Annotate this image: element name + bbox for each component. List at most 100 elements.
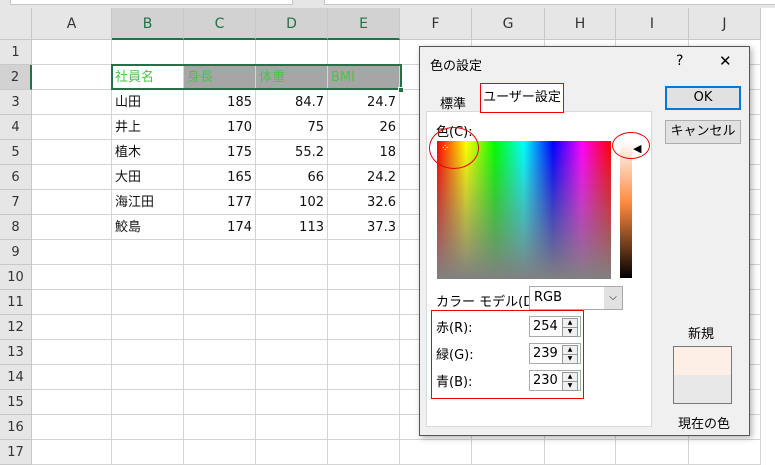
cell[interactable] (32, 415, 112, 440)
cell[interactable] (256, 440, 328, 465)
cell[interactable] (184, 340, 256, 365)
select-all-corner[interactable] (0, 8, 32, 40)
cell[interactable] (112, 340, 184, 365)
color-model-select[interactable]: RGB ⌵ (529, 286, 623, 310)
cell[interactable] (112, 290, 184, 315)
cell[interactable] (328, 340, 400, 365)
cell[interactable] (328, 315, 400, 340)
row-header-16[interactable]: 16 (0, 415, 32, 440)
row-header-10[interactable]: 10 (0, 265, 32, 290)
cell[interactable] (184, 365, 256, 390)
tab-custom[interactable]: ユーザー設定 (480, 83, 564, 113)
spin-down-icon[interactable]: ▼ (562, 354, 578, 364)
row-header-3[interactable]: 3 (0, 90, 32, 115)
cell[interactable] (328, 440, 400, 465)
cancel-button[interactable]: キャンセル (665, 120, 741, 144)
cell[interactable]: 井上 (112, 115, 184, 140)
cell[interactable] (256, 340, 328, 365)
red-input[interactable]: 254 ▲ ▼ (529, 316, 581, 337)
cell[interactable]: 170 (184, 115, 256, 140)
column-header-F[interactable]: F (400, 8, 472, 40)
cell[interactable] (256, 415, 328, 440)
formula-input[interactable] (324, 0, 775, 5)
cell[interactable]: 37.3 (328, 215, 400, 240)
cell[interactable] (328, 40, 400, 65)
ok-button[interactable]: OK (665, 86, 741, 110)
row-header-6[interactable]: 6 (0, 165, 32, 190)
cell[interactable]: 177 (184, 190, 256, 215)
cell[interactable] (256, 290, 328, 315)
close-button[interactable]: ✕ (719, 52, 732, 70)
name-box[interactable] (10, 0, 293, 5)
cell[interactable] (112, 415, 184, 440)
cell[interactable] (545, 440, 616, 465)
cell[interactable]: 66 (256, 165, 328, 190)
cell[interactable] (32, 115, 112, 140)
cell[interactable]: 55.2 (256, 140, 328, 165)
column-header-H[interactable]: H (545, 8, 616, 40)
cell[interactable]: 174 (184, 215, 256, 240)
cell[interactable] (32, 390, 112, 415)
row-header-9[interactable]: 9 (0, 240, 32, 265)
cell[interactable]: 32.6 (328, 190, 400, 215)
cell[interactable] (328, 390, 400, 415)
spin-down-icon[interactable]: ▼ (562, 327, 578, 337)
cell[interactable] (256, 40, 328, 65)
cell[interactable] (184, 415, 256, 440)
row-header-13[interactable]: 13 (0, 340, 32, 365)
column-header-E[interactable]: E (328, 8, 400, 40)
cell[interactable] (112, 240, 184, 265)
cell[interactable] (112, 265, 184, 290)
cell[interactable] (32, 65, 112, 90)
cell[interactable] (256, 390, 328, 415)
cell[interactable] (112, 390, 184, 415)
cell[interactable] (328, 365, 400, 390)
help-button[interactable]: ? (676, 53, 683, 69)
cell[interactable] (184, 40, 256, 65)
cell[interactable] (184, 390, 256, 415)
cell[interactable]: 165 (184, 165, 256, 190)
green-input[interactable]: 239 ▲ ▼ (529, 343, 581, 364)
cell[interactable] (400, 440, 472, 465)
cell[interactable] (32, 140, 112, 165)
cell[interactable] (184, 440, 256, 465)
blue-input[interactable]: 230 ▲ ▼ (529, 370, 581, 391)
cell[interactable] (112, 315, 184, 340)
cell[interactable] (472, 440, 545, 465)
cell[interactable] (32, 365, 112, 390)
spin-down-icon[interactable]: ▼ (562, 381, 578, 391)
column-header-J[interactable]: J (689, 8, 761, 40)
cell[interactable] (32, 190, 112, 215)
tab-standard[interactable]: 標準 (434, 89, 472, 116)
cell[interactable]: 26 (328, 115, 400, 140)
cell[interactable] (32, 315, 112, 340)
cell[interactable] (256, 365, 328, 390)
column-header-C[interactable]: C (184, 8, 256, 40)
column-header-I[interactable]: I (616, 8, 689, 40)
row-header-12[interactable]: 12 (0, 315, 32, 340)
column-header-B[interactable]: B (112, 8, 184, 40)
fill-handle[interactable] (398, 87, 404, 93)
cell[interactable] (32, 165, 112, 190)
row-header-7[interactable]: 7 (0, 190, 32, 215)
row-header-4[interactable]: 4 (0, 115, 32, 140)
cell[interactable] (32, 340, 112, 365)
cell[interactable]: 山田 (112, 90, 184, 115)
cell[interactable]: 植木 (112, 140, 184, 165)
cell[interactable] (32, 90, 112, 115)
cell[interactable] (256, 240, 328, 265)
luminance-bar[interactable] (620, 141, 632, 278)
cell[interactable]: 102 (256, 190, 328, 215)
cell[interactable]: 大田 (112, 165, 184, 190)
cell[interactable] (184, 315, 256, 340)
cell[interactable] (256, 315, 328, 340)
cell[interactable] (184, 265, 256, 290)
cell[interactable] (32, 40, 112, 65)
cell[interactable]: 113 (256, 215, 328, 240)
row-header-11[interactable]: 11 (0, 290, 32, 315)
cell[interactable] (32, 290, 112, 315)
cell[interactable] (112, 40, 184, 65)
cell[interactable] (689, 440, 761, 465)
row-header-5[interactable]: 5 (0, 140, 32, 165)
cell[interactable] (328, 415, 400, 440)
